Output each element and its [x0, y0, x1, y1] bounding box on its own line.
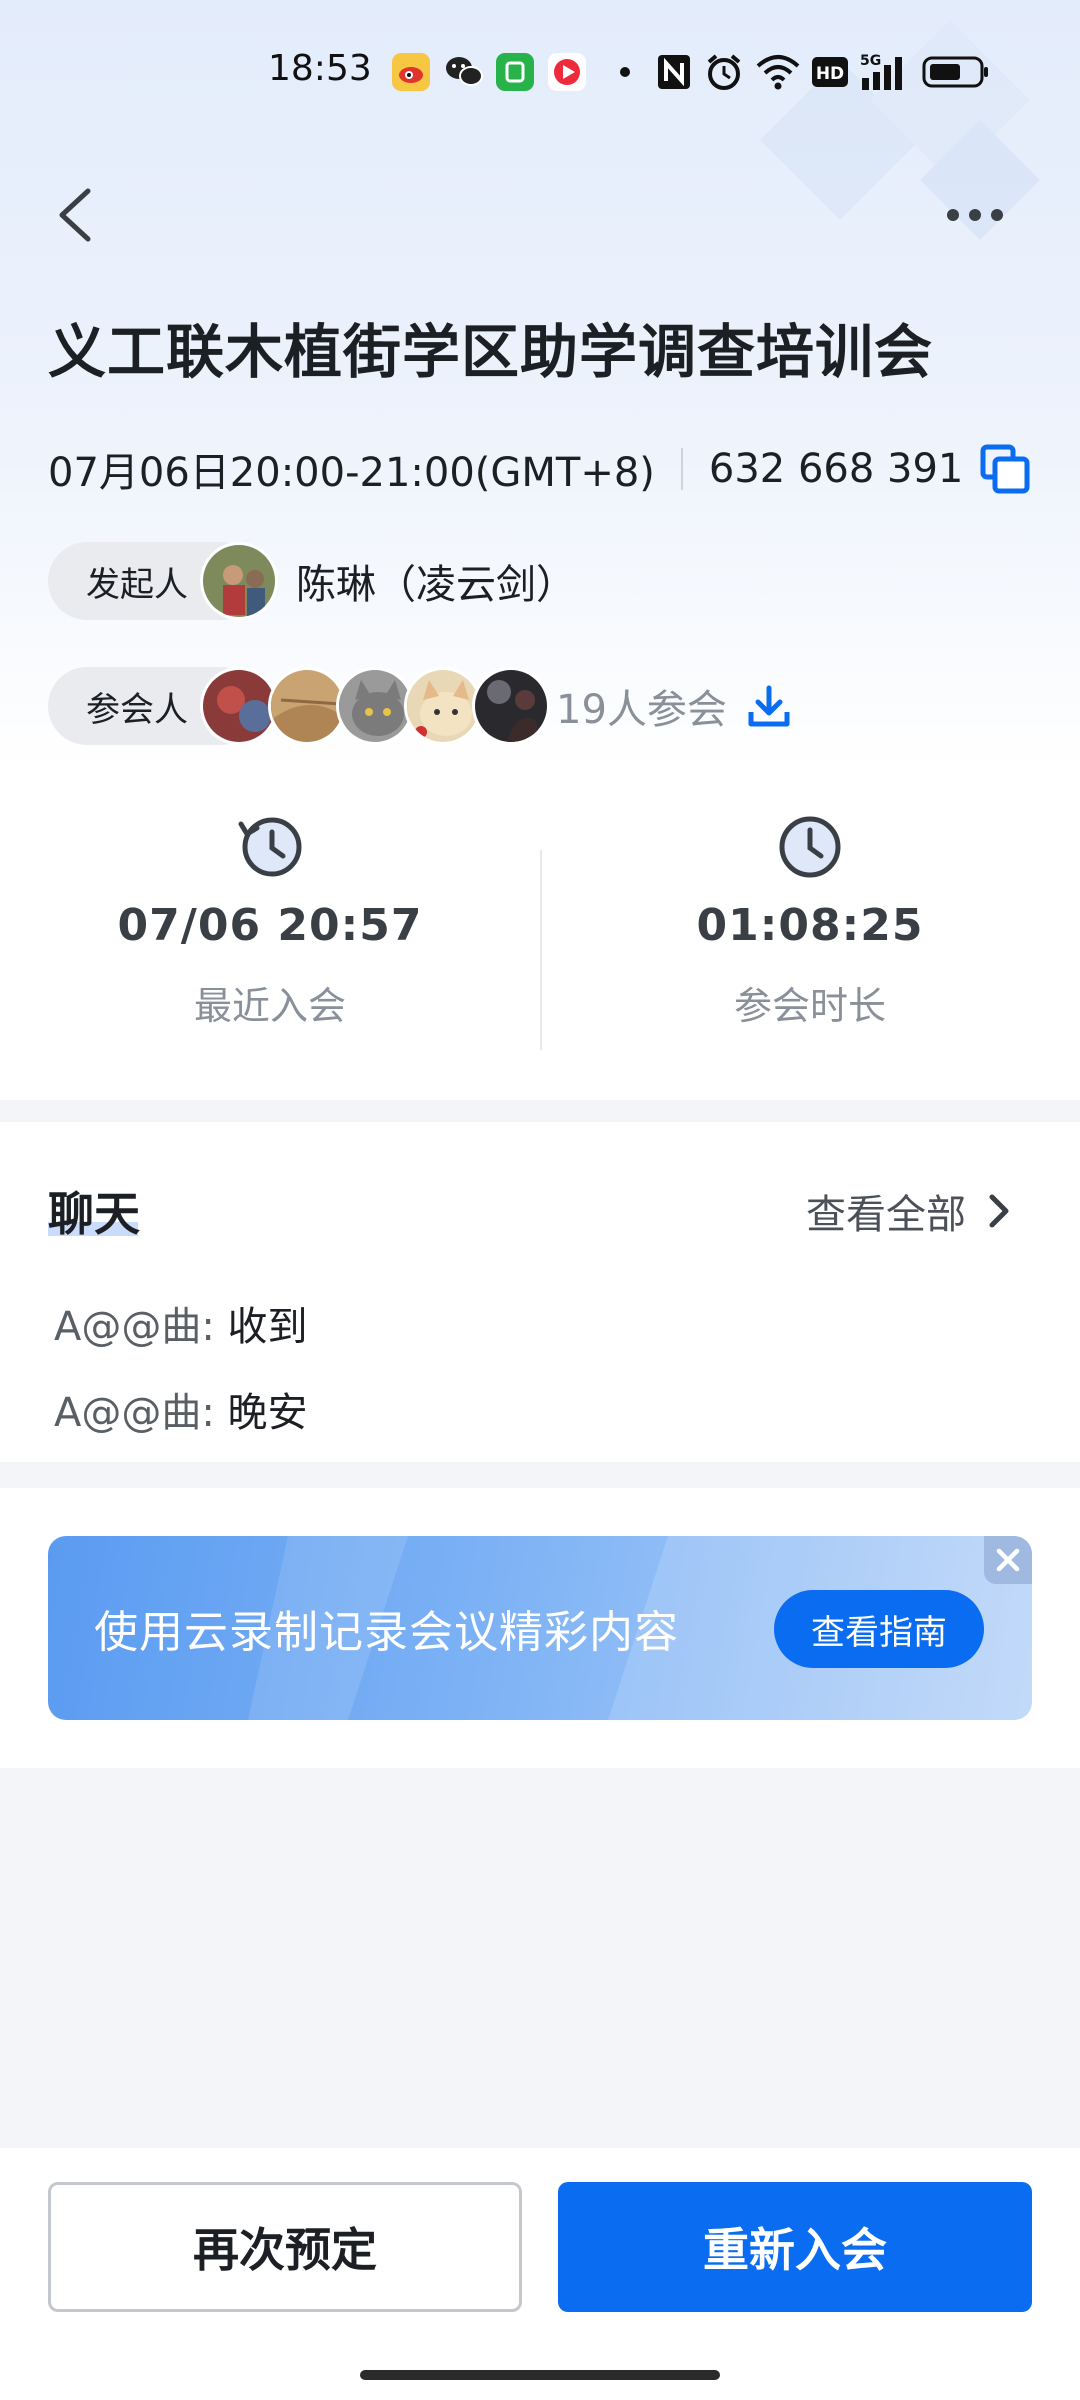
svg-text:5G: 5G	[860, 53, 881, 69]
rejoin-button[interactable]: 重新入会	[558, 2182, 1032, 2312]
green-app-icon	[496, 52, 534, 92]
chat-sender: A@@曲:	[54, 1390, 215, 1436]
attendee-count[interactable]: 19人参会	[556, 677, 727, 735]
view-all-chat-button[interactable]: 查看全部	[806, 1182, 1014, 1240]
chat-title: 聊天	[48, 1187, 140, 1241]
meeting-stats: 07/06 20:57 最近入会 01:08:25 参会时长	[0, 810, 1080, 1050]
duration-label: 参会时长	[733, 984, 886, 1028]
last-join-stat: 07/06 20:57 最近入会	[0, 810, 540, 1030]
more-dots-icon	[947, 209, 1003, 221]
home-indicator[interactable]	[360, 2370, 720, 2380]
close-icon	[996, 1548, 1020, 1572]
duration-stat: 01:08:25 参会时长	[540, 810, 1080, 1030]
attendee-avatar	[200, 667, 278, 745]
chat-panel: 聊天 查看全部 A@@曲: 收到 A@@曲: 晚安	[0, 1122, 1080, 1462]
duration-value: 01:08:25	[696, 900, 924, 951]
attendee-row: 参会人 19人参会	[48, 667, 793, 745]
hd-icon: HD	[812, 52, 848, 92]
history-clock-icon	[238, 817, 302, 877]
back-button[interactable]	[50, 185, 100, 245]
host-avatar[interactable]	[200, 542, 278, 620]
status-bar: 18:53 HD 5G	[0, 0, 1080, 140]
chat-sender: A@@曲:	[54, 1304, 215, 1350]
banner-close-button[interactable]	[984, 1536, 1032, 1584]
chat-text: 晚安	[214, 1390, 308, 1436]
wechat-icon	[444, 52, 484, 92]
banner-text: 使用云录制记录会议精彩内容	[94, 1607, 679, 1658]
meeting-id: 632 668 391	[708, 446, 964, 492]
chevron-right-icon	[989, 1194, 1009, 1228]
alarm-icon	[704, 52, 744, 92]
chevron-left-icon	[59, 188, 91, 242]
status-time: 18:53	[268, 48, 372, 89]
cloud-record-banner[interactable]: 使用云录制记录会议精彩内容 查看指南	[48, 1536, 1032, 1720]
download-icon[interactable]	[745, 682, 793, 730]
meeting-meta: 07月06日20:00-21:00(GMT+8) 632 668 391	[48, 440, 1031, 498]
wifi-icon	[756, 52, 800, 92]
last-join-value: 07/06 20:57	[117, 900, 423, 951]
more-button[interactable]	[940, 195, 1010, 235]
chat-message: A@@曲: 晚安	[54, 1380, 308, 1438]
svg-text:HD: HD	[816, 64, 844, 84]
host-row: 发起人 陈琳（凌云剑）	[48, 542, 576, 620]
dot-icon	[618, 52, 632, 92]
chat-message: A@@曲: 收到	[54, 1294, 308, 1352]
video-app-icon	[548, 52, 586, 92]
last-join-label: 最近入会	[193, 984, 346, 1028]
clock-icon	[779, 816, 841, 878]
host-name: 陈琳（凌云剑）	[296, 562, 576, 608]
nfc-icon	[656, 52, 692, 92]
chat-text: 收到	[214, 1304, 308, 1350]
attendee-avatars[interactable]	[200, 667, 550, 745]
view-guide-button[interactable]: 查看指南	[774, 1590, 984, 1668]
copy-icon[interactable]	[979, 443, 1031, 495]
weibo-icon	[392, 52, 430, 92]
meeting-title: 义工联木植街学区助学调查培训会	[48, 318, 934, 386]
attendee-avatar	[336, 667, 414, 745]
view-all-label: 查看全部	[806, 1192, 966, 1238]
bottom-action-bar: 再次预定 重新入会	[0, 2148, 1080, 2400]
attendee-avatar	[472, 667, 550, 745]
reschedule-button[interactable]: 再次预定	[48, 2182, 522, 2312]
signal-5g-icon: 5G	[860, 52, 910, 92]
attendee-avatar	[268, 667, 346, 745]
meta-divider	[680, 448, 683, 490]
promo-panel: 使用云录制记录会议精彩内容 查看指南	[0, 1488, 1080, 1768]
battery-icon	[922, 52, 990, 92]
meeting-time-range: 07月06日20:00-21:00(GMT+8)	[48, 450, 655, 496]
attendee-avatar	[404, 667, 482, 745]
